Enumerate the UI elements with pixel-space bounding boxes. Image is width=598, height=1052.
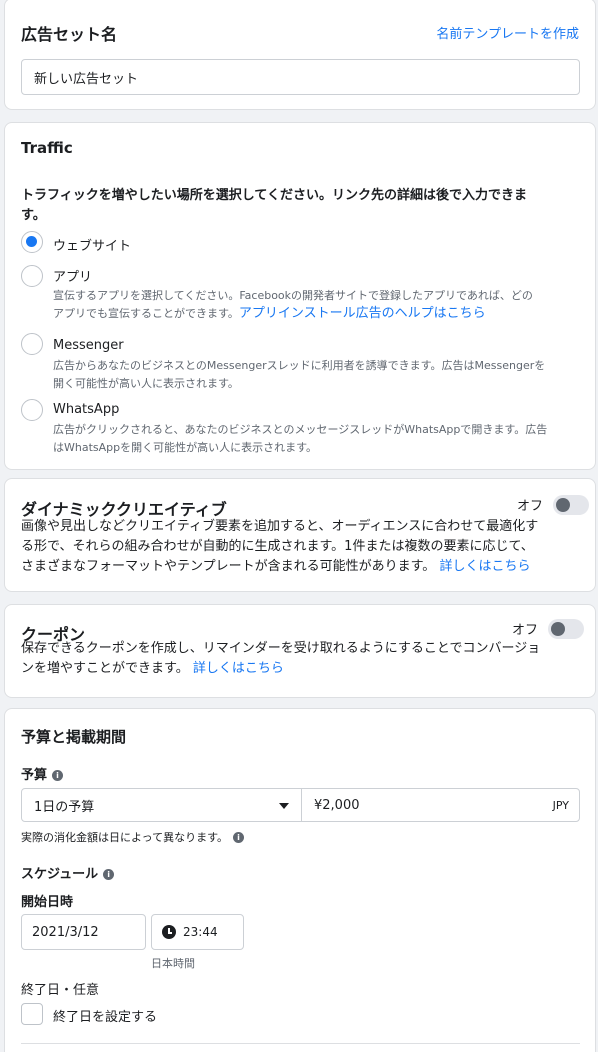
- dynamic-creative-learn-more-link[interactable]: 詳しくはこちら: [439, 559, 530, 574]
- budget-label: 予算 i: [21, 764, 64, 783]
- traffic-title: Traffic: [21, 139, 73, 157]
- traffic-instruction: トラフィックを増やしたい場所を選択してください。リンク先の詳細は後で入力できま …: [21, 188, 527, 223]
- info-icon[interactable]: i: [233, 832, 245, 843]
- clock-icon: [162, 925, 176, 939]
- ad-set-name-card: 広告セット名 名前テンプレートを作成 新しい広告セット: [4, 0, 596, 110]
- option-whatsapp-label: WhatsApp: [53, 402, 120, 417]
- start-date-value: 2021/3/12: [32, 924, 99, 940]
- start-time-input[interactable]: 23:44: [151, 914, 244, 950]
- option-whatsapp-desc: 広告がクリックされると、あなたのビジネスとのメッセージスレッドがWhatsApp…: [53, 423, 548, 454]
- end-date-checkbox-label: 終了日を設定する: [53, 1010, 158, 1025]
- dynamic-creative-toggle[interactable]: [553, 495, 589, 515]
- dynamic-creative-toggle-label: オフ: [517, 499, 544, 514]
- radio-website[interactable]: [21, 231, 43, 253]
- dynamic-creative-description: 画像や見出しなどクリエイティブ要素を追加すると、オーディエンスに合わせて最適化す…: [21, 519, 539, 574]
- schedule-label: スケジュール i: [21, 863, 115, 882]
- budget-amount-input[interactable]: ¥2,000 JPY: [301, 788, 580, 822]
- coupon-card: クーポン オフ 保存できるクーポンを作成し、リマインダーを受け取れるようにするこ…: [4, 604, 596, 698]
- option-website-label: ウェブサイト: [53, 239, 132, 254]
- coupon-learn-more-link[interactable]: 詳しくはこちら: [193, 661, 284, 676]
- info-icon[interactable]: i: [103, 869, 115, 880]
- option-app-label: アプリ: [53, 270, 93, 285]
- option-app-desc: 宣伝するアプリを選択してください。Facebookの開発者サイトで登録したアプリ…: [53, 289, 533, 321]
- end-date-label: 終了日・任意: [21, 983, 100, 998]
- budget-note: 実際の消化金額は日によって異なります。 i: [21, 829, 245, 845]
- radio-messenger[interactable]: [21, 333, 43, 355]
- ad-set-name-title: 広告セット名: [21, 25, 118, 44]
- dynamic-creative-card: ダイナミッククリエイティブ オフ 画像や見出しなどクリエイティブ要素を追加すると…: [4, 478, 596, 592]
- start-datetime-label: 開始日時: [21, 895, 74, 910]
- info-icon[interactable]: i: [52, 770, 64, 781]
- name-template-link[interactable]: 名前テンプレートを作成: [436, 23, 579, 42]
- coupon-toggle[interactable]: [548, 619, 584, 639]
- budget-amount-value: ¥2,000: [314, 797, 360, 813]
- coupon-toggle-label: オフ: [512, 623, 539, 638]
- timezone-label: 日本時間: [151, 957, 195, 970]
- radio-whatsapp[interactable]: [21, 399, 43, 421]
- start-date-input[interactable]: 2021/3/12: [21, 914, 146, 950]
- ad-set-name-input[interactable]: 新しい広告セット: [21, 59, 580, 95]
- coupon-description: 保存できるクーポンを作成し、リマインダーを受け取れるようにすることでコンバージョ…: [21, 641, 541, 676]
- ad-set-name-value: 新しい広告セット: [34, 71, 139, 87]
- budget-schedule-card: 予算と掲載期間 予算 i 1日の予算 ¥2,000 JPY 実際の消化金額は日によ…: [4, 708, 596, 1052]
- divider: [21, 1043, 580, 1044]
- currency-label: JPY: [552, 798, 569, 812]
- option-messenger-desc: 広告からあなたのビジネスとのMessengerスレッドに利用者を誘導できます。広…: [53, 359, 546, 390]
- traffic-card: Traffic トラフィックを増やしたい場所を選択してください。リンク先の詳細は…: [4, 122, 596, 470]
- budget-type-select[interactable]: 1日の予算: [21, 788, 302, 822]
- app-install-help-link[interactable]: アプリインストール広告のヘルプはこちら: [239, 306, 486, 321]
- caret-down-icon: [279, 803, 289, 809]
- radio-app[interactable]: [21, 265, 43, 287]
- end-date-checkbox[interactable]: [21, 1003, 43, 1025]
- option-messenger-label: Messenger: [53, 338, 124, 353]
- budget-type-value: 1日の予算: [34, 799, 95, 815]
- start-time-value: 23:44: [183, 925, 218, 939]
- budget-schedule-title: 予算と掲載期間: [21, 728, 127, 746]
